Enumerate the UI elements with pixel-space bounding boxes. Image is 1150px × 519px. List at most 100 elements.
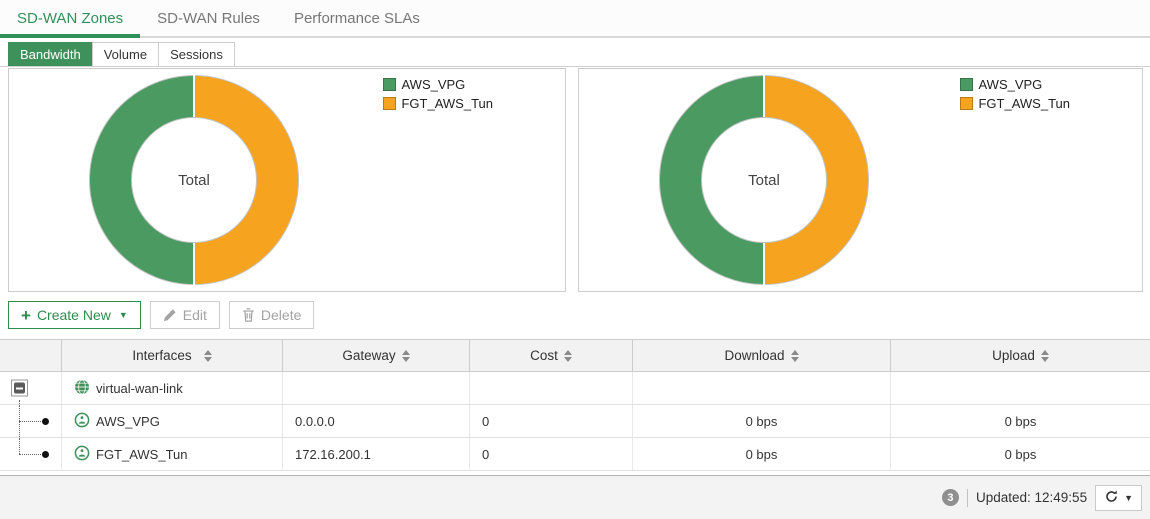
legend-swatch-green (383, 78, 396, 91)
column-label: Gateway (342, 348, 395, 363)
cost-cell (470, 372, 633, 404)
edit-label: Edit (183, 307, 207, 323)
interface-cell: AWS_VPG (62, 405, 283, 437)
refresh-button[interactable]: ▼ (1095, 485, 1142, 511)
tree-node-dot (42, 451, 49, 458)
download-cell (633, 372, 891, 404)
donut-chart: Total (659, 75, 869, 285)
count-badge: 3 (942, 489, 959, 506)
tab-performance-slas[interactable]: Performance SLAs (277, 0, 437, 36)
legend-swatch-orange (383, 97, 396, 110)
status-bar: 3 Updated: 12:49:55 ▼ (0, 475, 1150, 519)
expand-cell (0, 372, 62, 404)
legend-label: FGT_AWS_Tun (978, 96, 1070, 111)
table-header-row: Interfaces Gateway Cost Download Upload (0, 339, 1150, 372)
legend-item[interactable]: AWS_VPG (960, 77, 1070, 92)
table-toolbar: + Create New ▼ Edit Delete (8, 301, 314, 329)
column-header-upload[interactable]: Upload (891, 340, 1150, 371)
legend-swatch-orange (960, 97, 973, 110)
legend-label: AWS_VPG (978, 77, 1042, 92)
column-label: Interfaces (132, 348, 191, 363)
legend-label: FGT_AWS_Tun (401, 96, 493, 111)
delete-label: Delete (261, 307, 301, 323)
legend-item[interactable]: FGT_AWS_Tun (960, 96, 1070, 111)
cost-cell: 0 (470, 405, 633, 437)
column-label: Cost (530, 348, 558, 363)
edit-button[interactable]: Edit (150, 301, 220, 329)
legend-swatch-green (960, 78, 973, 91)
tree-line (19, 400, 20, 404)
tree-node-dot (42, 418, 49, 425)
column-header-interfaces[interactable]: Interfaces (62, 340, 283, 371)
legend-item[interactable]: AWS_VPG (383, 77, 493, 92)
subtab-label: Bandwidth (20, 47, 81, 62)
expand-cell (0, 438, 62, 470)
gateway-cell: 0.0.0.0 (283, 405, 470, 437)
globe-icon (74, 379, 90, 398)
cost-cell: 0 (470, 438, 633, 470)
plus-icon: + (21, 307, 31, 324)
donut-center: Total (701, 117, 827, 243)
upload-cell: 0 bps (891, 438, 1150, 470)
top-tab-bar: SD-WAN Zones SD-WAN Rules Performance SL… (0, 0, 1150, 38)
column-label: Download (724, 348, 784, 363)
interface-cell: virtual-wan-link (62, 372, 283, 404)
chevron-down-icon: ▼ (119, 310, 128, 320)
donut-center: Total (131, 117, 257, 243)
refresh-icon (1104, 489, 1119, 507)
upload-cell: 0 bps (891, 405, 1150, 437)
divider (967, 489, 968, 507)
interface-name: AWS_VPG (96, 414, 160, 429)
expand-column-header (0, 340, 62, 371)
tab-sdwan-rules[interactable]: SD-WAN Rules (140, 0, 277, 36)
donut-center-label: Total (178, 172, 210, 189)
download-cell: 0 bps (633, 405, 891, 437)
bandwidth-chart-panel-right: Total AWS_VPG FGT_AWS_Tun (578, 68, 1143, 292)
legend-item[interactable]: FGT_AWS_Tun (383, 96, 493, 111)
tab-label: SD-WAN Rules (157, 10, 260, 27)
download-cell: 0 bps (633, 438, 891, 470)
expand-cell (0, 405, 62, 437)
interface-cell: FGT_AWS_Tun (62, 438, 283, 470)
create-new-button[interactable]: + Create New ▼ (8, 301, 141, 329)
subtab-label: Sessions (170, 47, 223, 62)
chevron-down-icon: ▼ (1124, 493, 1133, 503)
updated-timestamp: Updated: 12:49:55 (976, 490, 1087, 505)
subtab-volume[interactable]: Volume (92, 42, 159, 66)
create-new-label: Create New (37, 307, 111, 323)
table-row-fgt-aws-tun[interactable]: FGT_AWS_Tun 172.16.200.1 0 0 bps 0 bps (0, 438, 1150, 471)
interfaces-table: Interfaces Gateway Cost Download Upload (0, 339, 1150, 471)
column-header-gateway[interactable]: Gateway (283, 340, 470, 371)
interface-icon (74, 445, 90, 464)
tab-sdwan-zones[interactable]: SD-WAN Zones (0, 0, 140, 36)
tree-line (19, 421, 43, 422)
sort-icon (204, 350, 212, 362)
delete-button[interactable]: Delete (229, 301, 314, 329)
sort-icon (791, 350, 799, 362)
subtab-sessions[interactable]: Sessions (158, 42, 235, 66)
trash-icon (242, 308, 255, 322)
donut-chart: Total (89, 75, 299, 285)
column-header-cost[interactable]: Cost (470, 340, 633, 371)
tree-line (19, 438, 20, 454)
gateway-cell: 172.16.200.1 (283, 438, 470, 470)
sort-icon (1041, 350, 1049, 362)
interface-name: virtual-wan-link (96, 381, 183, 396)
sort-icon (402, 350, 410, 362)
table-row-aws-vpg[interactable]: AWS_VPG 0.0.0.0 0 0 bps 0 bps (0, 405, 1150, 438)
tab-label: Performance SLAs (294, 10, 420, 27)
column-header-download[interactable]: Download (633, 340, 891, 371)
upload-cell (891, 372, 1150, 404)
sdwan-page: SD-WAN Zones SD-WAN Rules Performance SL… (0, 0, 1150, 519)
collapse-toggle-icon[interactable] (11, 380, 28, 397)
gateway-cell (283, 372, 470, 404)
table-row-virtual-wan-link[interactable]: virtual-wan-link (0, 372, 1150, 405)
bandwidth-chart-panel-left: Total AWS_VPG FGT_AWS_Tun (8, 68, 566, 292)
tab-label: SD-WAN Zones (17, 10, 123, 27)
column-label: Upload (992, 348, 1035, 363)
chart-legend: AWS_VPG FGT_AWS_Tun (383, 77, 493, 111)
pencil-icon (163, 308, 177, 322)
chart-legend: AWS_VPG FGT_AWS_Tun (960, 77, 1070, 111)
subtab-bandwidth[interactable]: Bandwidth (8, 42, 93, 66)
donut-center-label: Total (748, 172, 780, 189)
